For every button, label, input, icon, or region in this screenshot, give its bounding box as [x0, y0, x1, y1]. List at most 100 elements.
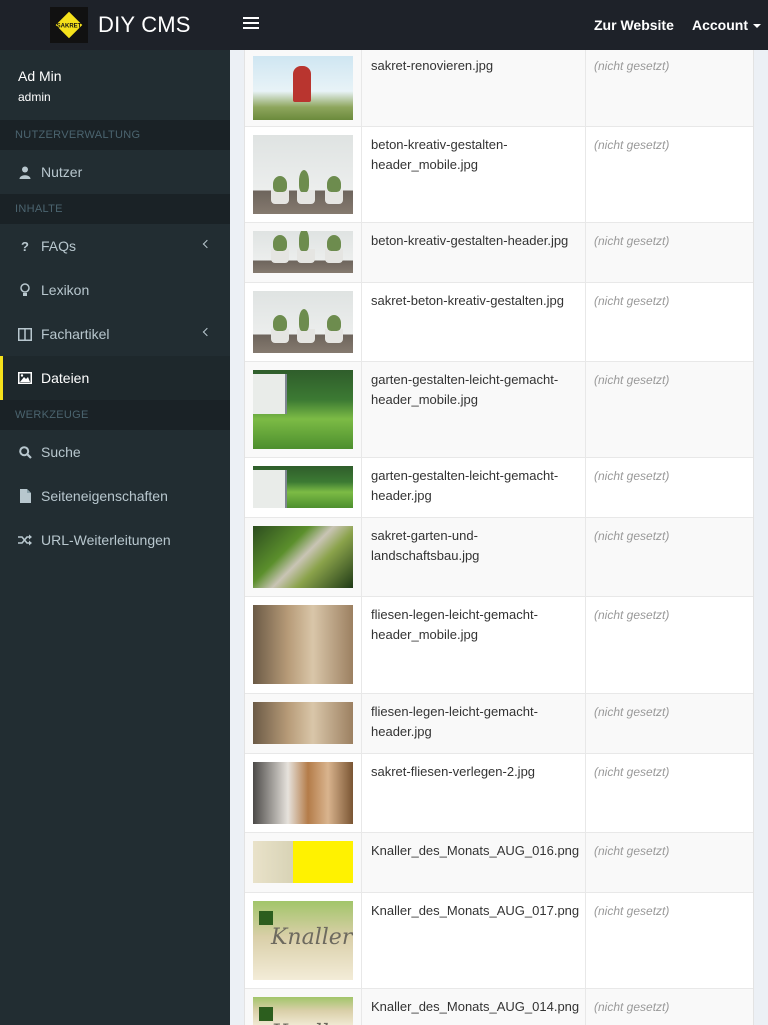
- thumbnail-cell: [245, 754, 362, 832]
- sidebar-item-label: Lexikon: [41, 282, 90, 298]
- file-thumbnail[interactable]: Knaller: [253, 997, 353, 1025]
- sidebar-item-lexikon[interactable]: Lexikon: [0, 268, 230, 312]
- shuffle-icon: [18, 533, 32, 547]
- file-thumbnail[interactable]: [253, 605, 353, 684]
- file-table: sakret-renovieren.jpg (nicht gesetzt) beto…: [244, 50, 754, 1025]
- alt-text: (nicht gesetzt): [594, 469, 670, 483]
- table-row[interactable]: beton-kreativ-gestalten-header_mobile.jp…: [245, 126, 753, 222]
- table-row[interactable]: garten-gestalten-leicht-gemacht-header_m…: [245, 361, 753, 457]
- sakret-logo-icon: SAKRET: [54, 10, 84, 40]
- sidebar-item-label: URL-Weiterleitungen: [41, 532, 171, 548]
- file-thumbnail[interactable]: [253, 762, 353, 824]
- file-name[interactable]: sakret-fliesen-verlegen-2.jpg: [362, 754, 586, 832]
- table-row[interactable]: garten-gestalten-leicht-gemacht-header.j…: [245, 457, 753, 517]
- sidebar-item-nutzer[interactable]: Nutzer: [0, 150, 230, 194]
- lightbulb-icon: [18, 283, 32, 297]
- alt-text: (nicht gesetzt): [594, 765, 670, 779]
- file-thumbnail[interactable]: [253, 291, 353, 353]
- file-name[interactable]: sakret-beton-kreativ-gestalten.jpg: [362, 283, 586, 361]
- table-row[interactable]: sakret-fliesen-verlegen-2.jpg (nicht gese…: [245, 753, 753, 832]
- file-name[interactable]: beton-kreativ-gestalten-header.jpg: [362, 223, 586, 282]
- file-name[interactable]: beton-kreativ-gestalten-header_mobile.jp…: [362, 127, 586, 222]
- hamburger-icon[interactable]: [243, 17, 259, 31]
- sidebar-item-label: Dateien: [41, 370, 90, 386]
- website-link[interactable]: Zur Website: [594, 17, 674, 33]
- table-row[interactable]: fliesen-legen-leicht-gemacht-header_mobi…: [245, 596, 753, 693]
- sidebar-item-url-weiterleitungen[interactable]: URL-Weiterleitungen: [0, 518, 230, 562]
- sidebar-item-fachartikel[interactable]: Fachartikel: [0, 312, 230, 356]
- thumbnail-cell: [245, 283, 362, 361]
- account-menu[interactable]: Account: [692, 17, 761, 33]
- sidebar-item-label: Suche: [41, 444, 81, 460]
- table-row[interactable]: beton-kreativ-gestalten-header.jpg (nicht…: [245, 222, 753, 282]
- alt-text: (nicht gesetzt): [594, 138, 670, 152]
- table-row[interactable]: sakret-beton-kreativ-gestalten.jpg (nicht…: [245, 282, 753, 361]
- alt-text: (nicht gesetzt): [594, 59, 670, 73]
- thumbnail-cell: [245, 458, 362, 517]
- file-thumbnail[interactable]: [253, 526, 353, 588]
- file-icon: [18, 489, 32, 503]
- thumbnail-cell: Knaller: [245, 893, 362, 988]
- caret-down-icon: [753, 24, 761, 29]
- table-row[interactable]: fliesen-legen-leicht-gemacht-header.jpg (…: [245, 693, 753, 753]
- chevron-left-icon: [202, 327, 212, 337]
- sidebar-item-dateien[interactable]: Dateien: [0, 356, 230, 400]
- top-navbar: SAKRET DIY CMS Zur Website Account: [0, 0, 768, 50]
- sidebar-item-faqs[interactable]: ? FAQs: [0, 224, 230, 268]
- sidebar-item-label: Nutzer: [41, 164, 83, 180]
- file-thumbnail[interactable]: [253, 702, 353, 744]
- alt-text: (nicht gesetzt): [594, 608, 670, 622]
- file-thumbnail[interactable]: [253, 135, 353, 214]
- thumbnail-cell: [245, 127, 362, 222]
- file-thumbnail[interactable]: [253, 231, 353, 273]
- thumbnail-cell: [245, 518, 362, 596]
- table-row[interactable]: sakret-garten-und-landschaftsbau.jpg (nic…: [245, 517, 753, 596]
- thumbnail-cell: [245, 833, 362, 892]
- sidebar-item-suche[interactable]: Suche: [0, 430, 230, 474]
- alt-text: (nicht gesetzt): [594, 1000, 670, 1014]
- table-row[interactable]: Knaller Knaller_des_Monats_AUG_014.png (ni…: [245, 988, 753, 1025]
- file-name[interactable]: sakret-garten-und-landschaftsbau.jpg: [362, 518, 586, 596]
- chevron-left-icon: [202, 239, 212, 249]
- table-row[interactable]: sakret-renovieren.jpg (nicht gesetzt): [245, 50, 753, 126]
- sidebar-item-label: Seiteneigenschaften: [41, 488, 168, 504]
- table-row[interactable]: Knaller Knaller_des_Monats_AUG_017.png (ni…: [245, 892, 753, 988]
- file-thumbnail[interactable]: [253, 56, 353, 120]
- alt-text: (nicht gesetzt): [594, 529, 670, 543]
- file-name[interactable]: Knaller_des_Monats_AUG_014.png: [362, 989, 586, 1025]
- account-label: Account: [692, 17, 748, 33]
- file-thumbnail[interactable]: [253, 841, 353, 883]
- file-thumbnail[interactable]: Knaller: [253, 901, 353, 980]
- thumbnail-cell: [245, 597, 362, 693]
- thumbnail-cell: [245, 50, 362, 126]
- thumbnail-cell: [245, 223, 362, 282]
- file-name[interactable]: garten-gestalten-leicht-gemacht-header.j…: [362, 458, 586, 517]
- alt-text: (nicht gesetzt): [594, 234, 670, 248]
- file-name[interactable]: garten-gestalten-leicht-gemacht-header_m…: [362, 362, 586, 457]
- alt-text: (nicht gesetzt): [594, 373, 670, 387]
- file-name[interactable]: sakret-renovieren.jpg: [362, 50, 586, 126]
- image-icon: [18, 371, 32, 385]
- user-login: admin: [18, 90, 51, 104]
- file-name[interactable]: Knaller_des_Monats_AUG_016.png: [362, 833, 586, 892]
- table-row[interactable]: Knaller_des_Monats_AUG_016.png (nicht ges…: [245, 832, 753, 892]
- file-name[interactable]: fliesen-legen-leicht-gemacht-header_mobi…: [362, 597, 586, 693]
- file-name[interactable]: Knaller_des_Monats_AUG_017.png: [362, 893, 586, 988]
- user-panel: Ad Min admin: [0, 50, 230, 120]
- file-thumbnail[interactable]: [253, 466, 353, 508]
- brand-logo[interactable]: SAKRET: [50, 7, 88, 43]
- alt-text: (nicht gesetzt): [594, 705, 670, 719]
- main-content: sakret-renovieren.jpg (nicht gesetzt) beto…: [230, 50, 768, 1025]
- thumbnail-cell: [245, 694, 362, 753]
- file-name[interactable]: fliesen-legen-leicht-gemacht-header.jpg: [362, 694, 586, 753]
- question-icon: ?: [21, 238, 29, 254]
- thumbnail-cell: [245, 362, 362, 457]
- file-thumbnail[interactable]: [253, 370, 353, 449]
- sidebar-item-label: Fachartikel: [41, 326, 110, 342]
- app-title[interactable]: DIY CMS: [98, 12, 191, 38]
- sidebar: Ad Min admin NUTZERVERWALTUNG Nutzer INH…: [0, 50, 230, 1025]
- alt-text: (nicht gesetzt): [594, 294, 670, 308]
- columns-icon: [18, 327, 32, 341]
- section-header-users: NUTZERVERWALTUNG: [0, 120, 230, 150]
- sidebar-item-seiteneigenschaften[interactable]: Seiteneigenschaften: [0, 474, 230, 518]
